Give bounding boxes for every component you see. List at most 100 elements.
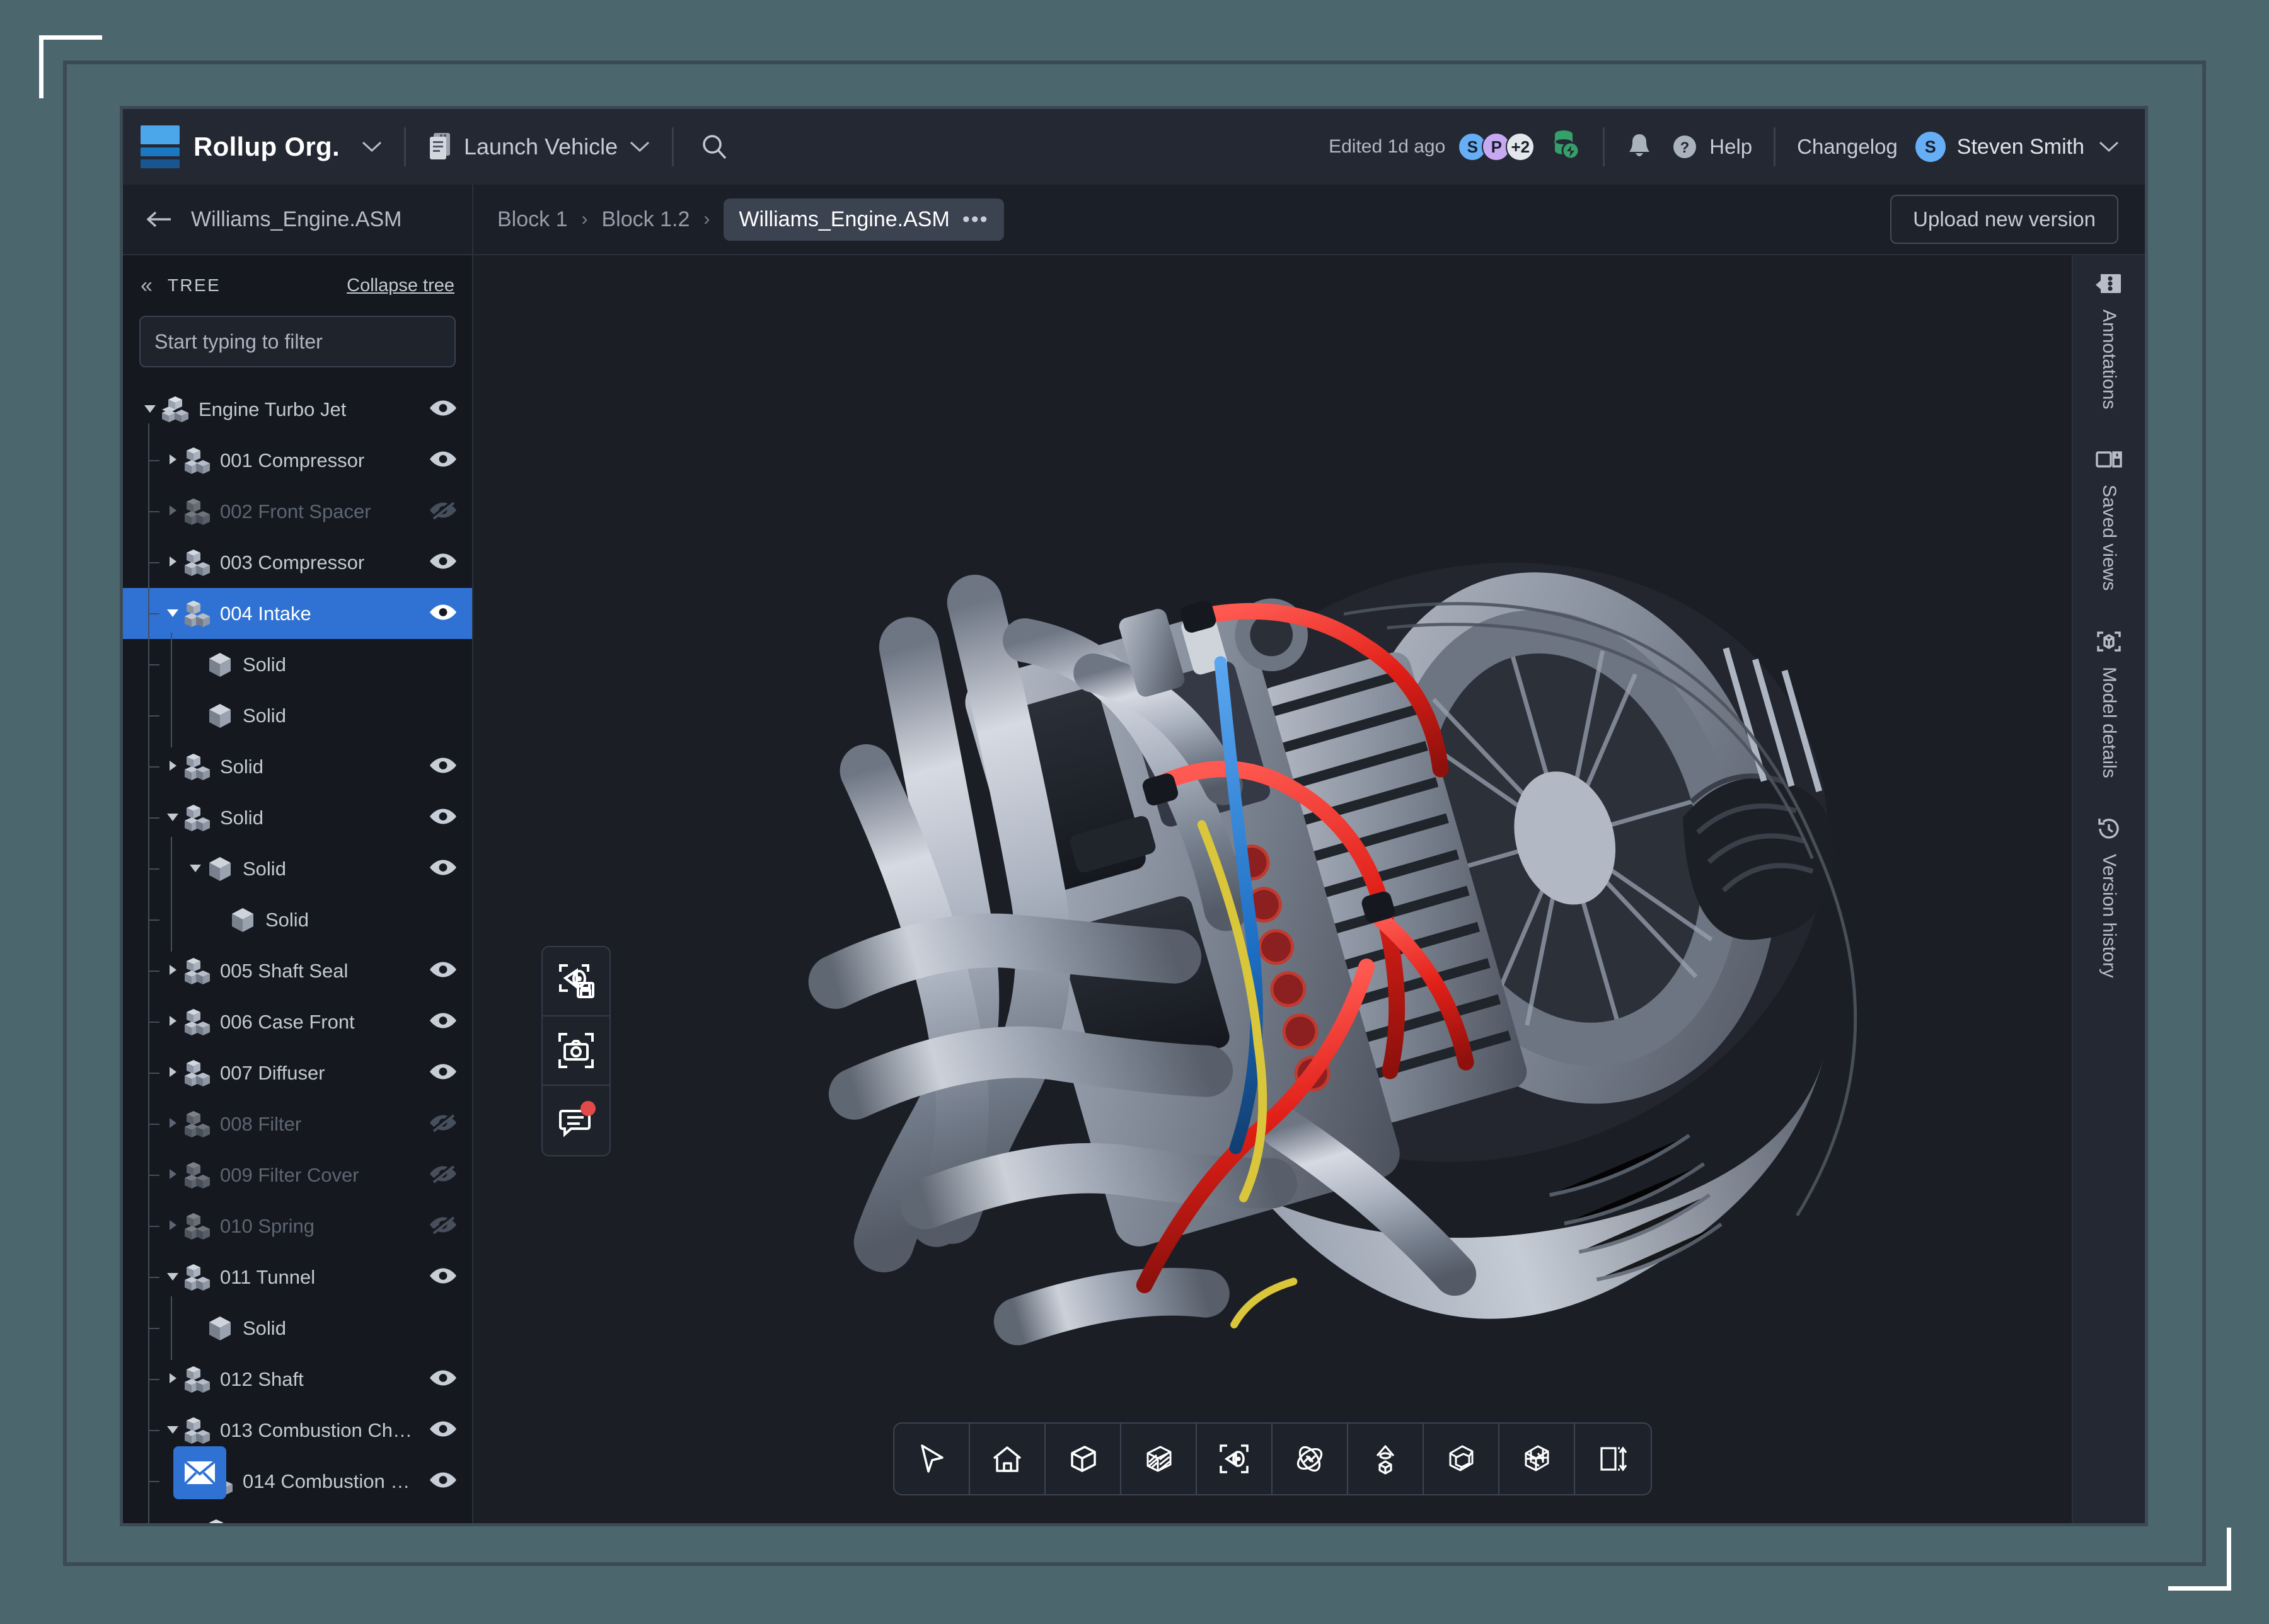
tree-item[interactable]: Engine Turbo Jet: [123, 384, 472, 435]
tree-item[interactable]: Solid: [123, 690, 472, 741]
eye-visible-icon[interactable]: [429, 858, 457, 880]
chevron-right-icon[interactable]: [162, 1167, 183, 1183]
section-cube-icon[interactable]: [1499, 1424, 1575, 1494]
back-navigation[interactable]: Williams_Engine.ASM: [123, 185, 473, 254]
eye-visible-icon[interactable]: [429, 756, 457, 778]
eye-visible-icon[interactable]: [429, 960, 457, 982]
chevron-right-icon[interactable]: [162, 452, 183, 469]
tree-item[interactable]: 011 Tunnel: [123, 1252, 472, 1303]
orbit-icon[interactable]: [1273, 1424, 1348, 1494]
eye-visible-icon[interactable]: [429, 807, 457, 829]
parts-cubes-icon: [183, 1212, 211, 1241]
collaborator-avatars[interactable]: S P +2: [1458, 132, 1535, 161]
eye-visible-icon[interactable]: [429, 398, 457, 420]
eye-visible-icon[interactable]: [429, 1368, 457, 1390]
chevron-right-icon[interactable]: [162, 963, 183, 979]
notifications-button[interactable]: [1626, 132, 1653, 162]
chevron-right-icon[interactable]: [162, 1371, 183, 1388]
eye-visible-icon[interactable]: [429, 449, 457, 471]
tree-item[interactable]: 015 Glow Plug Boss: [123, 1507, 472, 1523]
chevron-down-icon[interactable]: [162, 810, 183, 826]
chevron-down-icon[interactable]: [185, 861, 206, 877]
screenshot-icon[interactable]: [543, 1016, 609, 1086]
tree-item[interactable]: Solid: [123, 843, 472, 894]
tree-item[interactable]: 005 Shaft Seal: [123, 945, 472, 996]
upload-new-version-button[interactable]: Upload new version: [1890, 195, 2118, 244]
box-hatched-icon[interactable]: [1121, 1424, 1197, 1494]
chevron-down-icon[interactable]: [162, 606, 183, 621]
chevron-down-icon[interactable]: [139, 402, 161, 417]
eye-hidden-icon[interactable]: [429, 1214, 457, 1237]
tree-item[interactable]: Solid: [123, 741, 472, 792]
help-button[interactable]: ? Help: [1670, 132, 1752, 161]
search-button[interactable]: [700, 132, 729, 161]
eye-visible-icon[interactable]: [429, 1419, 457, 1441]
tree-item-label: 015 Glow Plug Boss: [243, 1521, 418, 1524]
chevron-down-icon[interactable]: [162, 1423, 183, 1438]
eye-hidden-icon[interactable]: [429, 500, 457, 522]
eye-visible-icon[interactable]: [429, 1470, 457, 1492]
tree-item[interactable]: 012 Shaft: [123, 1354, 472, 1405]
tree-item[interactable]: 008 Filter: [123, 1098, 472, 1149]
sidebar-item-model-details[interactable]: Model details: [2094, 626, 2123, 778]
changelog-link[interactable]: Changelog: [1797, 135, 1898, 159]
eye-visible-icon[interactable]: [429, 1521, 457, 1523]
measure-icon[interactable]: [1575, 1424, 1651, 1494]
more-options-icon[interactable]: •••: [962, 208, 989, 230]
tree-item[interactable]: 010 Spring: [123, 1201, 472, 1252]
box-shaded-icon[interactable]: [1046, 1424, 1121, 1494]
database-lightning-icon[interactable]: [1551, 129, 1581, 166]
eye-visible-icon[interactable]: [429, 551, 457, 573]
tree-item[interactable]: Solid: [123, 894, 472, 945]
sidebar-item-version-history[interactable]: Version history: [2094, 814, 2123, 977]
tree-item[interactable]: Solid: [123, 792, 472, 843]
eye-hidden-icon[interactable]: [429, 1112, 457, 1135]
engine-3d-model[interactable]: [473, 255, 2072, 1523]
eye-hidden-icon[interactable]: [429, 1163, 457, 1186]
breadcrumb-item-current[interactable]: Williams_Engine.ASM •••: [724, 198, 1004, 241]
chevron-down-icon[interactable]: [162, 1270, 183, 1285]
eye-visible-icon[interactable]: [429, 1011, 457, 1033]
rollup-logo-icon[interactable]: [141, 125, 180, 168]
breadcrumb-item-block-1-2[interactable]: Block 1.2: [602, 207, 690, 232]
chevrons-left-icon[interactable]: «: [141, 275, 153, 296]
comment-icon[interactable]: [543, 1086, 609, 1155]
chevron-right-icon[interactable]: [162, 555, 183, 571]
chevron-right-icon[interactable]: [162, 1116, 183, 1132]
tree-item[interactable]: 006 Case Front: [123, 996, 472, 1047]
org-switcher-button[interactable]: [361, 140, 383, 154]
tree-filter-input[interactable]: [139, 316, 456, 367]
chevron-right-icon[interactable]: [162, 1014, 183, 1030]
sidebar-item-saved-views[interactable]: Saved views: [2094, 444, 2123, 591]
cursor-select-icon[interactable]: [894, 1424, 970, 1494]
home-view-icon[interactable]: [970, 1424, 1046, 1494]
envelope-icon[interactable]: [173, 1446, 226, 1499]
tree-item[interactable]: Solid: [123, 639, 472, 690]
breadcrumb-item-block-1[interactable]: Block 1: [497, 207, 568, 232]
tree-item[interactable]: 007 Diffuser: [123, 1047, 472, 1098]
eye-visible-icon[interactable]: [429, 1062, 457, 1084]
chevron-right-icon[interactable]: [162, 759, 183, 775]
model-viewport[interactable]: [473, 255, 2072, 1523]
sidebar-item-annotations[interactable]: Annotations: [2094, 269, 2123, 409]
user-menu[interactable]: S Steven Smith: [1898, 132, 2120, 162]
eye-visible-icon[interactable]: [429, 1266, 457, 1288]
eye-visible-icon[interactable]: [429, 602, 457, 625]
tree-item-label: 002 Front Spacer: [220, 500, 371, 522]
chevron-right-icon[interactable]: [162, 1218, 183, 1235]
project-selector[interactable]: Launch Vehicle: [427, 132, 650, 162]
tree-item[interactable]: 002 Front Spacer: [123, 486, 472, 537]
chevron-right-icon[interactable]: [162, 1065, 183, 1081]
chevron-right-icon[interactable]: [162, 504, 183, 520]
save-view-icon[interactable]: [543, 947, 609, 1016]
tree-item[interactable]: 003 Compressor: [123, 537, 472, 588]
perspective-icon[interactable]: [1348, 1424, 1424, 1494]
fit-view-icon[interactable]: [1197, 1424, 1273, 1494]
tree-item[interactable]: 001 Compressor: [123, 435, 472, 486]
explode-icon[interactable]: [1424, 1424, 1499, 1494]
tree-item[interactable]: 004 Intake: [123, 588, 472, 639]
collapse-tree-link[interactable]: Collapse tree: [347, 275, 454, 296]
tree-item[interactable]: Solid: [123, 1303, 472, 1354]
tree-list[interactable]: Engine Turbo Jet 001 Compressor 002 Fron…: [123, 384, 472, 1523]
tree-item[interactable]: 009 Filter Cover: [123, 1149, 472, 1201]
